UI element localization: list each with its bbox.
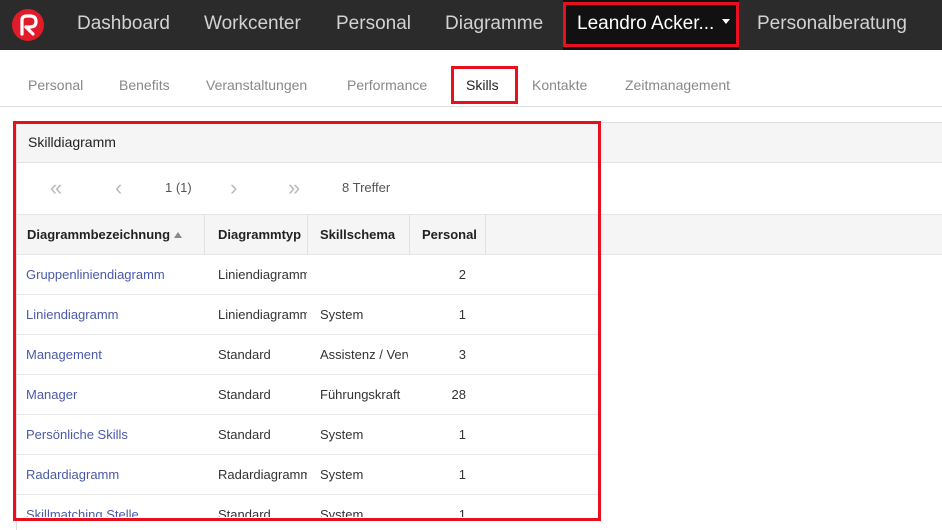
row-count: 28: [451, 387, 466, 402]
column-personal[interactable]: Personal: [422, 214, 480, 255]
column-separator[interactable]: [307, 214, 308, 255]
column-skillschema[interactable]: Skillschema: [320, 214, 408, 255]
pager-first-button[interactable]: «: [50, 172, 62, 204]
top-navigation: Dashboard Workcenter Personal Diagramme …: [0, 0, 942, 50]
row-name-link[interactable]: Gruppenliniendiagramm: [26, 255, 211, 295]
row-type: Liniendiagramm: [218, 267, 307, 282]
tab-skills[interactable]: Skills: [466, 50, 499, 107]
row-type: Standard: [218, 347, 271, 362]
pager-prev-button[interactable]: ‹: [115, 172, 122, 204]
nav-diagramme[interactable]: Diagramme: [445, 0, 543, 50]
row-schema: Assistenz / Verwaltung: [320, 347, 408, 362]
row-type: Radardiagramm: [218, 467, 307, 482]
sub-tabs: Personal Benefits Veranstaltungen Perfor…: [0, 50, 942, 107]
column-label: Diagrammbezeichnung: [27, 227, 171, 242]
row-count: 3: [458, 347, 466, 362]
pager-last-button[interactable]: »: [288, 172, 300, 204]
tab-benefits[interactable]: Benefits: [119, 50, 170, 107]
row-name-link[interactable]: Liniendiagramm: [26, 295, 211, 335]
row-name-link[interactable]: Manager: [26, 375, 211, 415]
row-schema: System: [320, 427, 364, 442]
nav-workcenter[interactable]: Workcenter: [204, 0, 301, 50]
tab-personal[interactable]: Personal: [28, 50, 83, 107]
nav-user-menu[interactable]: Leandro Acker...: [563, 0, 739, 50]
panel-title: Skilldiagramm: [28, 134, 116, 150]
nav-user-menu-label: Leandro Acker...: [577, 13, 715, 34]
row-count: 1: [458, 507, 466, 517]
tab-kontakte[interactable]: Kontakte: [532, 50, 587, 107]
pager-hit-count: 8 Treffer: [342, 180, 391, 195]
column-separator[interactable]: [409, 214, 410, 255]
row-name-link[interactable]: Persönliche Skills: [26, 415, 211, 455]
row-type: Liniendiagramm: [218, 307, 307, 322]
row-type: Standard: [218, 387, 271, 402]
tab-zeitmanagement[interactable]: Zeitmanagement: [625, 50, 730, 107]
row-schema: [320, 255, 408, 295]
column-separator[interactable]: [204, 214, 205, 255]
column-diagrammtyp[interactable]: Diagrammtyp: [218, 214, 305, 255]
column-diagrammbezeichnung[interactable]: Diagrammbezeichnung: [27, 214, 202, 255]
row-name-link[interactable]: Skillmatching Stelle: [26, 495, 211, 517]
row-name-link[interactable]: Radardiagramm: [26, 455, 211, 495]
nav-dashboard[interactable]: Dashboard: [77, 0, 170, 50]
column-separator[interactable]: [485, 214, 486, 255]
row-name-link[interactable]: Management: [26, 335, 211, 375]
pager-page-indicator: 1 (1): [165, 180, 192, 195]
row-count: 1: [458, 427, 466, 442]
row-schema: System: [320, 467, 364, 482]
tab-veranstaltungen[interactable]: Veranstaltungen: [206, 50, 307, 107]
row-schema: Führungskraft: [320, 387, 401, 402]
row-count: 1: [458, 467, 466, 482]
app-logo-icon[interactable]: [12, 9, 44, 41]
row-type: Standard: [218, 427, 271, 442]
row-count: 1: [458, 307, 466, 322]
caret-down-icon: [722, 19, 731, 25]
pager-next-button[interactable]: ›: [230, 172, 237, 204]
nav-personalberatung[interactable]: Personalberatung: [757, 0, 907, 50]
row-count: 2: [458, 267, 466, 282]
row-schema: System: [320, 507, 364, 517]
tab-performance[interactable]: Performance: [347, 50, 427, 107]
nav-personal[interactable]: Personal: [336, 0, 411, 50]
table-body: Gruppenliniendiagramm Liniendiagramm 2 L…: [17, 255, 942, 517]
row-schema: System: [320, 307, 364, 322]
sort-ascending-icon: [174, 231, 183, 238]
row-type: Standard: [218, 507, 271, 517]
panel-header: [17, 123, 942, 163]
